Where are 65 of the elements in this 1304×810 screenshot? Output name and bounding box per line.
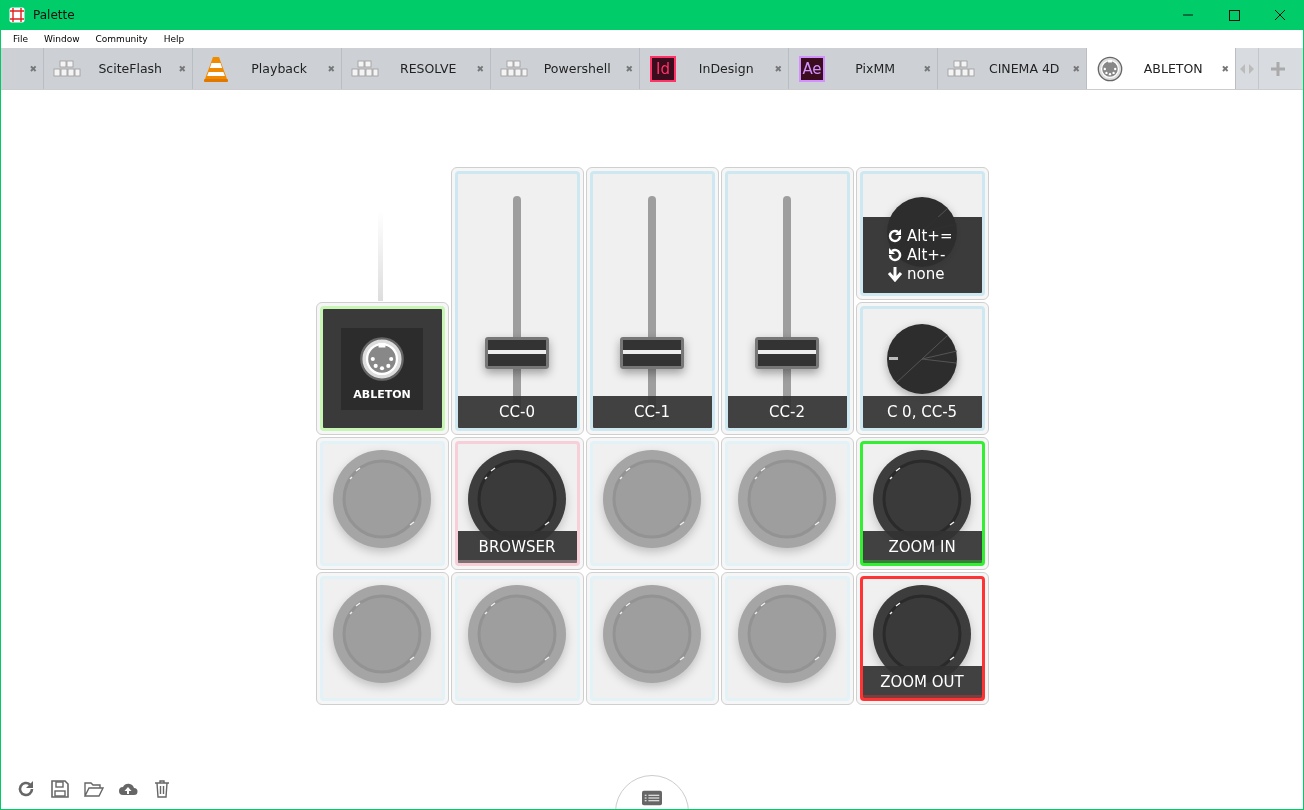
module-tile[interactable]: ABLETON <box>315 302 449 435</box>
keyboard-keys-icon <box>53 59 81 78</box>
list-icon <box>642 788 662 808</box>
slider-thumb[interactable] <box>485 336 549 369</box>
midi-connector-icon <box>1097 55 1123 82</box>
module-tile[interactable]: CC-1 <box>585 167 719 435</box>
traffic-cone-icon <box>203 54 229 83</box>
window-title: Palette <box>33 8 75 22</box>
tab[interactable]: SciteFlash ✖ <box>44 48 193 89</box>
app-logo-icon: Id <box>650 55 676 82</box>
action-text: Alt+= <box>907 227 953 245</box>
slider-label: CC-0 <box>457 396 577 428</box>
rotary-dial-icon <box>886 322 958 395</box>
arrow-down-icon <box>887 266 903 282</box>
keyboard-keys-icon <box>500 59 528 78</box>
slider-label: CC-2 <box>727 396 847 428</box>
tab[interactable]: Playback ✖ <box>193 48 342 89</box>
tab[interactable]: Powershell ✖ <box>491 48 640 89</box>
tab-label: RESOLVE <box>399 61 458 76</box>
slider-label: CC-1 <box>592 396 712 428</box>
rotate-counterclockwise-icon <box>887 247 903 263</box>
action-text: Alt+- <box>907 246 946 264</box>
module-tile[interactable]: BROWSER <box>450 437 584 570</box>
core-label: ABLETON <box>353 388 411 401</box>
tab-label: PixMM <box>854 61 897 76</box>
action-text: none <box>907 265 945 283</box>
module-tile[interactable]: CC-0 <box>450 167 584 435</box>
tab[interactable]: Ae PixMM ✖ <box>789 48 938 89</box>
menu-item[interactable]: Community <box>87 34 156 44</box>
slider-thumb[interactable] <box>755 336 819 369</box>
tab[interactable]: ABLETON ✖ <box>1087 48 1236 89</box>
folder-icon[interactable] <box>84 779 104 799</box>
button-label: ZOOM IN <box>862 531 982 563</box>
menu-item[interactable]: File <box>5 34 37 44</box>
tab-label: CINEMA 4D <box>987 61 1061 76</box>
tab-label: InDesign <box>697 61 755 76</box>
tab-label: SciteFlash <box>97 61 164 76</box>
module-tile[interactable]: ZOOM OUT <box>855 572 989 705</box>
module-tile[interactable]: CC-2 <box>720 167 854 435</box>
keyboard-keys-icon <box>947 59 975 78</box>
button-label: BROWSER <box>457 531 577 563</box>
save-icon[interactable] <box>50 779 70 799</box>
app-logo-icon <box>9 7 25 23</box>
add-tab-icon[interactable] <box>1271 61 1285 76</box>
tab-label: ABLETON <box>1142 61 1204 76</box>
reload-icon[interactable] <box>16 779 36 799</box>
tab[interactable]: Id InDesign ✖ <box>640 48 789 89</box>
tab-label: Powershell <box>542 61 612 76</box>
module-tile[interactable]: C 0, CC-5 <box>855 302 989 435</box>
midi-connector-icon <box>359 336 405 382</box>
slider-thumb[interactable] <box>620 336 684 369</box>
tab[interactable]: RESOLVE ✖ <box>342 48 491 89</box>
tab[interactable]: CINEMA 4D ✖ <box>938 48 1087 89</box>
button-label: ZOOM OUT <box>862 666 982 698</box>
keyboard-keys-icon <box>351 59 379 78</box>
module-tile[interactable]: Alt+= Alt+- none <box>855 167 989 300</box>
app-logo-icon: Ae <box>799 55 825 82</box>
dial-label: C 0, CC-5 <box>862 396 982 428</box>
rotate-clockwise-icon <box>887 228 903 244</box>
menu-item[interactable]: Help <box>155 34 193 44</box>
trash-icon[interactable] <box>152 779 172 799</box>
tab-label: Playback <box>250 61 309 76</box>
menu-item[interactable]: Window <box>36 34 88 44</box>
tab-close[interactable]: ✖ <box>1221 63 1229 74</box>
module-tile[interactable]: ZOOM IN <box>855 437 989 570</box>
